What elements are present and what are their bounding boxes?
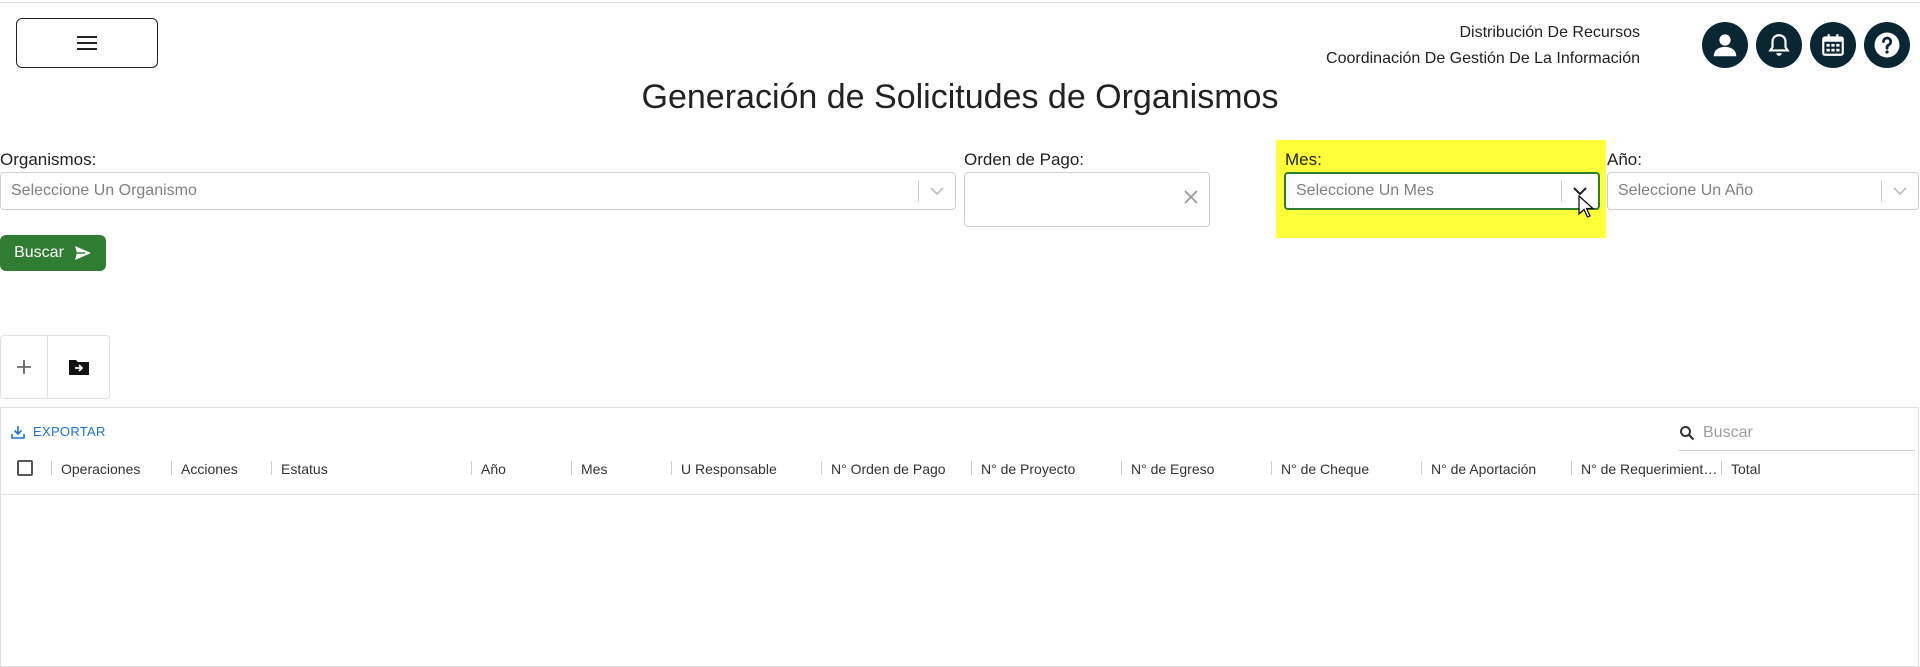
chevron-down-icon[interactable] [1882,186,1918,196]
column-header[interactable]: N° de Cheque [1281,461,1419,477]
column-header[interactable]: N° de Egreso [1131,461,1269,477]
orden-label: Orden de Pago: [964,150,1085,169]
action-toolbox [0,335,110,399]
mes-label: Mes: [1285,150,1322,169]
folder-move-icon [68,360,89,375]
organismos-select[interactable]: Seleccione Un Organismo [0,172,956,210]
column-header[interactable]: U Responsable [681,461,819,477]
plus-icon [17,360,32,374]
header-line-2: Coordinación De Gestión De La Informació… [1326,50,1640,67]
top-divider [0,2,1920,3]
user-icon[interactable] [1702,22,1748,68]
header-line-1: Distribución De Recursos [1459,24,1640,41]
column-separator [51,461,52,475]
export-button[interactable]: EXPORTAR [11,424,106,439]
menu-button[interactable] [16,18,158,68]
column-separator [821,461,822,475]
column-separator [1421,461,1422,475]
column-header[interactable]: N° de Aportación [1431,461,1569,477]
mouse-cursor-icon [1578,195,1594,218]
organismos-placeholder: Seleccione Un Organismo [11,182,197,199]
mes-select[interactable]: Seleccione Un Mes [1284,172,1600,210]
help-icon[interactable] [1864,22,1910,68]
grid-header-row: Operaciones Acciones Estatus Año Mes U R… [1,444,1918,495]
select-all-checkbox[interactable] [17,460,33,476]
orden-de-pago-input[interactable] [964,172,1210,227]
grid-search-placeholder: Buscar [1703,424,1753,441]
move-to-folder-button[interactable] [47,336,109,398]
column-header[interactable]: N° Orden de Pago [831,461,969,477]
column-separator [271,461,272,475]
calendar-icon[interactable] [1810,22,1856,68]
column-header[interactable]: Operaciones [61,461,169,477]
column-header[interactable]: N° de Proyecto [981,461,1119,477]
column-header[interactable]: Mes [581,461,669,477]
buscar-label: Buscar [14,244,64,261]
column-separator [1271,461,1272,475]
header-info: Distribución De Recursos Coordinación De… [1326,20,1640,72]
chevron-down-icon[interactable] [919,186,955,196]
column-separator [1571,461,1572,475]
column-header[interactable]: N° de Requerimient… [1581,461,1721,477]
send-icon [74,246,91,260]
page-title: Generación de Solicitudes de Organismos [641,78,1279,116]
column-separator [171,461,172,475]
column-header[interactable]: Acciones [181,461,269,477]
buscar-button[interactable]: Buscar [0,235,106,271]
organismos-label: Organismos: [0,150,97,169]
anio-label: Año: [1607,150,1642,169]
export-label: EXPORTAR [33,424,106,439]
column-separator [1121,461,1122,475]
data-grid: EXPORTAR Buscar Operaciones Acciones Est… [0,407,1919,667]
column-separator [1721,461,1722,475]
column-separator [971,461,972,475]
column-header[interactable]: Total [1731,461,1881,477]
clear-icon[interactable] [1183,189,1199,210]
anio-select[interactable]: Seleccione Un Año [1607,172,1919,210]
column-separator [571,461,572,475]
download-icon [11,425,25,439]
hamburger-icon [77,36,97,50]
bell-icon[interactable] [1756,22,1802,68]
add-button[interactable] [1,336,47,398]
column-header[interactable]: Año [481,461,569,477]
column-header[interactable]: Estatus [281,461,469,477]
search-icon [1680,426,1695,441]
anio-placeholder: Seleccione Un Año [1618,182,1754,199]
mes-placeholder: Seleccione Un Mes [1296,182,1434,199]
column-separator [671,461,672,475]
column-separator [471,461,472,475]
